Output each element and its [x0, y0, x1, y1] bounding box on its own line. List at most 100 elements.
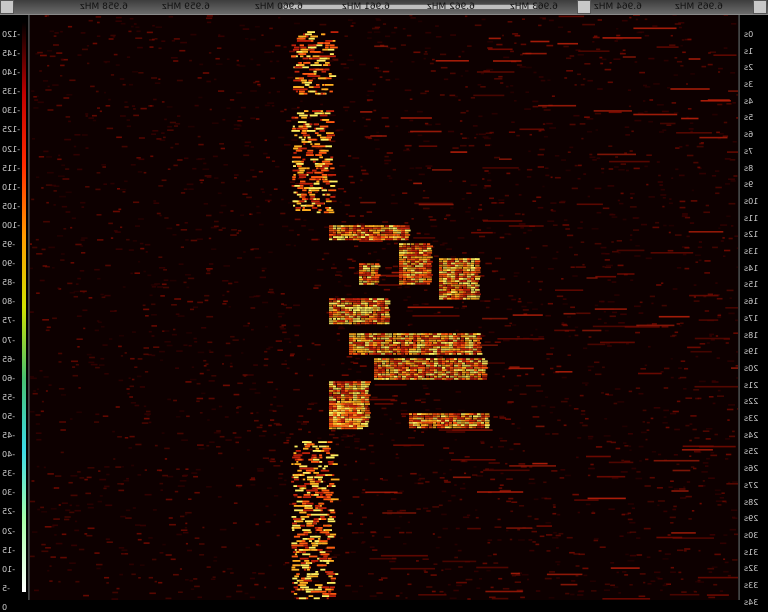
- waterfall-pixel: [546, 315, 551, 317]
- waterfall-pixel: [365, 390, 369, 392]
- waterfall-pixel: [694, 437, 699, 439]
- waterfall-pixel: [329, 227, 333, 229]
- waterfall-pixel: [316, 147, 323, 149]
- waterfall-pixel: [312, 209, 314, 211]
- waterfall-pixel: [381, 230, 385, 232]
- waterfall-plot[interactable]: [29, 15, 739, 600]
- waterfall-image[interactable]: [29, 15, 739, 600]
- waterfall-pixel: [190, 580, 194, 582]
- waterfall-pixel: [647, 557, 651, 559]
- waterfall-pixel: [695, 255, 701, 257]
- waterfall-pixel: [605, 253, 609, 255]
- waterfall-pixel: [630, 234, 632, 236]
- waterfall-pixel: [309, 38, 315, 40]
- waterfall-pixel: [308, 73, 314, 75]
- waterfall-pixel: [674, 488, 679, 490]
- waterfall-pixel: [241, 107, 246, 109]
- waterfall-pixel: [131, 26, 134, 28]
- waterfall-pixel: [310, 592, 313, 594]
- waterfall-pixel: [673, 506, 677, 508]
- waterfall-pixel: [604, 435, 611, 437]
- waterfall-pixel: [185, 579, 189, 581]
- waterfall-pixel: [406, 378, 410, 380]
- waterfall-pixel: [145, 371, 148, 373]
- waterfall-pixel: [407, 245, 410, 247]
- waterfall-pixel: [263, 431, 267, 433]
- waterfall-pixel: [293, 174, 295, 176]
- waterfall-pixel: [236, 442, 240, 444]
- waterfall-pixel: [454, 360, 458, 362]
- waterfall-pixel: [403, 243, 407, 245]
- waterfall-pixel: [385, 318, 390, 320]
- waterfall-pixel: [556, 251, 558, 253]
- waterfall-pixel: [423, 385, 427, 387]
- waterfall-pixel: [355, 324, 362, 326]
- waterfall-pixel: [407, 267, 411, 269]
- waterfall-pixel: [294, 476, 299, 478]
- waterfall-pixel: [677, 267, 681, 269]
- waterfall-pixel: [297, 165, 302, 167]
- waterfall-pixel: [391, 498, 396, 500]
- waterfall-pixel: [537, 525, 553, 527]
- waterfall-pixel: [476, 587, 480, 589]
- waterfall-pixel: [477, 71, 515, 73]
- waterfall-pixel: [654, 572, 660, 574]
- waterfall-pixel: [473, 349, 477, 351]
- waterfall-pixel: [377, 349, 380, 351]
- waterfall-pixel: [129, 447, 132, 449]
- waterfall-pixel: [713, 584, 717, 586]
- waterfall-pixel: [325, 44, 329, 46]
- waterfall-pixel: [505, 463, 507, 465]
- waterfall-pixel: [596, 446, 602, 448]
- waterfall-pixel: [488, 539, 493, 541]
- waterfall-pixel: [294, 161, 302, 163]
- waterfall-pixel: [320, 126, 328, 128]
- waterfall-pixel: [265, 140, 267, 142]
- waterfall-pixel: [314, 285, 321, 287]
- waterfall-pixel: [123, 84, 126, 86]
- waterfall-pixel: [405, 230, 411, 232]
- waterfall-pixel: [214, 79, 217, 81]
- waterfall-pixel: [196, 401, 200, 403]
- waterfall-pixel: [150, 156, 153, 158]
- waterfall-pixel: [353, 479, 359, 481]
- waterfall-pixel: [445, 415, 449, 417]
- waterfall-pixel: [555, 155, 559, 157]
- waterfall-pixel: [373, 225, 377, 227]
- waterfall-pixel: [409, 413, 412, 415]
- waterfall-pixel: [413, 338, 417, 340]
- waterfall-pixel: [547, 220, 554, 222]
- waterfall-pixel: [640, 573, 646, 575]
- waterfall-pixel: [297, 234, 300, 236]
- waterfall-pixel: [352, 434, 355, 436]
- waterfall-pixel: [101, 164, 106, 166]
- waterfall-pixel: [347, 259, 352, 261]
- waterfall-pixel: [462, 367, 466, 369]
- waterfall-pixel: [514, 42, 516, 44]
- waterfall-pixel: [723, 255, 725, 257]
- waterfall-pixel: [226, 343, 231, 345]
- waterfall-pixel: [445, 340, 448, 342]
- waterfall-pixel: [486, 69, 493, 71]
- waterfall-pixel: [365, 340, 370, 342]
- waterfall-pixel: [365, 227, 369, 229]
- waterfall-pixel: [163, 287, 169, 289]
- waterfall-pixel: [349, 309, 352, 311]
- waterfall-pixel: [305, 33, 312, 35]
- waterfall-pixel: [59, 196, 66, 198]
- waterfall-pixel: [418, 367, 422, 369]
- waterfall-pixel: [285, 562, 289, 564]
- waterfall-pixel: [561, 584, 578, 586]
- waterfall-pixel: [176, 350, 183, 352]
- waterfall-pixel: [470, 360, 474, 362]
- waterfall-pixel: [550, 347, 554, 349]
- waterfall-pixel: [61, 59, 64, 61]
- waterfall-pixel: [426, 358, 430, 360]
- waterfall-pixel: [316, 128, 324, 130]
- waterfall-pixel: [662, 206, 664, 208]
- db-scale: -120-145-140-135-130-125-120-115-110-105…: [0, 15, 29, 600]
- waterfall-pixel: [300, 47, 306, 49]
- waterfall-pixel: [403, 278, 406, 280]
- waterfall-pixel: [299, 64, 305, 66]
- waterfall-pixel: [688, 108, 692, 110]
